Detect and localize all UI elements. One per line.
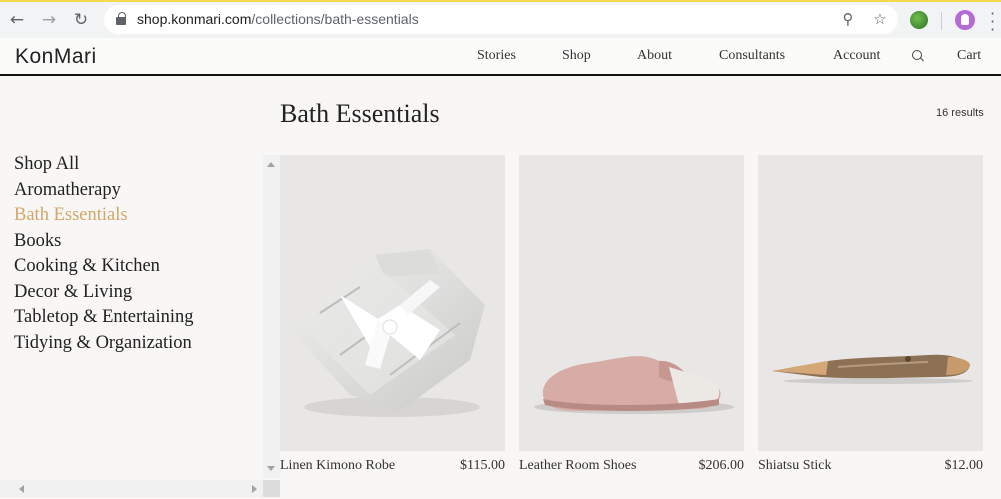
sidebar-item-books[interactable]: Books [14,229,254,255]
product-image-shoes[interactable] [519,155,744,451]
product-price: $115.00 [460,458,505,473]
shiatsu-stick-illustration [772,354,973,384]
product-name[interactable]: Shiatsu Stick [758,458,832,474]
scroll-right-icon[interactable] [252,485,257,493]
sidebar-item-cooking-kitchen[interactable]: Cooking & Kitchen [14,254,254,280]
nav-consultants[interactable]: Consultants [719,48,785,64]
browser-toolbar: ← → ↻ shop.konmari.com/collections/bath-… [0,0,1001,38]
extension-icon[interactable] [910,11,928,29]
nav-account[interactable]: Account [833,48,880,64]
robe-illustration [292,249,485,417]
address-bar[interactable]: shop.konmari.com/collections/bath-essent… [104,5,898,34]
star-icon[interactable]: ☆ [870,9,890,29]
horizontal-scrollbar[interactable] [0,480,263,497]
menu-icon[interactable]: · · · [990,6,996,38]
scroll-up-icon[interactable] [267,162,275,167]
toolbar-divider [941,12,942,30]
product-image-shiatsu[interactable] [758,155,983,451]
site-header: KonMari Stories Shop About Consultants A… [0,38,1001,76]
nav-about[interactable]: About [637,48,672,64]
product-image-robe[interactable] [280,155,505,451]
lock-icon[interactable] [116,12,126,25]
sidebar-item-decor-living[interactable]: Decor & Living [14,280,254,306]
site-logo[interactable]: KonMari [15,45,97,69]
nav-cart[interactable]: Cart [957,48,981,64]
sidebar-item-tabletop-entertaining[interactable]: Tabletop & Entertaining [14,305,254,331]
url-host: shop.konmari.com [137,11,252,27]
product-name[interactable]: Linen Kimono Robe [280,458,395,474]
scroll-down-icon[interactable] [267,466,275,471]
search-icon[interactable] [912,50,924,62]
sidebar-item-shop-all[interactable]: Shop All [14,152,254,178]
product-card-robe[interactable]: Linen Kimono Robe $115.00 [280,155,505,473]
url-path: /collections/bath-essentials [251,11,419,27]
forward-icon[interactable]: → [37,8,61,32]
page-title: Bath Essentials [280,99,440,128]
category-sidebar: Shop All Aromatherapy Bath Essentials Bo… [14,152,254,356]
zoom-icon[interactable]: ⚲ [838,9,858,29]
url-text[interactable]: shop.konmari.com/collections/bath-essent… [137,11,419,27]
nav-stories[interactable]: Stories [477,48,516,64]
product-card-shoes[interactable]: Leather Room Shoes $206.00 [519,155,744,473]
product-price: $12.00 [944,458,984,473]
scrollbar-corner [263,480,280,497]
results-count: 16 results [936,107,984,119]
reload-icon[interactable]: ↻ [69,8,93,32]
scroll-left-icon[interactable] [19,485,24,493]
nav-shop[interactable]: Shop [562,48,591,64]
product-name[interactable]: Leather Room Shoes [519,458,636,474]
vertical-scrollbar[interactable] [263,155,280,478]
sidebar-item-aromatherapy[interactable]: Aromatherapy [14,178,254,204]
back-icon[interactable]: ← [5,8,29,32]
sidebar-item-tidying-organization[interactable]: Tidying & Organization [14,331,254,357]
product-price: $206.00 [698,458,745,473]
product-card-shiatsu[interactable]: Shiatsu Stick $12.00 [758,155,983,473]
profile-icon[interactable] [955,10,975,30]
sidebar-item-bath-essentials[interactable]: Bath Essentials [14,203,254,229]
shoes-illustration [534,356,734,414]
